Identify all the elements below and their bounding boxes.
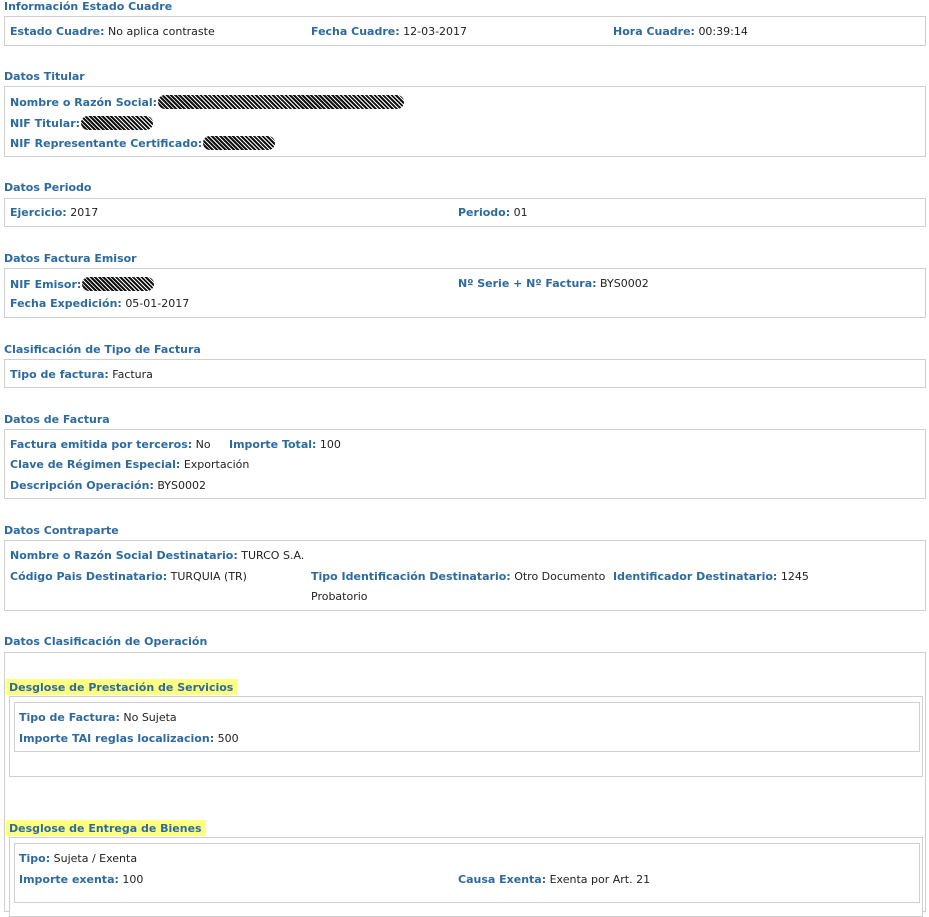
servicios-highlighted-title: Desglose de Prestación de Servicios — [6, 679, 238, 695]
nombre-destinatario-field: Nombre o Razón Social Destinatario: TURC… — [10, 549, 304, 562]
hora-cuadre-label: Hora Cuadre: — [613, 25, 695, 38]
hora-cuadre-value: 00:39:14 — [698, 25, 748, 38]
pais-destinatario-field: Código Pais Destinatario: TURQUIA (TR) — [10, 570, 247, 583]
emisor-box: NIF Emisor: Nº Serie + Nº Factura: BYS00… — [4, 268, 926, 318]
tipo-identificacion-field: Tipo Identificación Destinatario: Otro D… — [311, 570, 605, 583]
periodo-label: Periodo: — [458, 206, 511, 219]
tipo-factura-field: Tipo de factura: Factura — [10, 368, 153, 381]
contraparte-section-title: Datos Contraparte — [4, 524, 119, 537]
nombre-destinatario-value: TURCO S.A. — [241, 549, 305, 562]
operacion-box: Desglose de Prestación de Servicios Tipo… — [4, 652, 926, 917]
identificador-destinatario-field: Identificador Destinatario: 1245 — [613, 570, 809, 583]
clasificacion-section-title: Clasificación de Tipo de Factura — [4, 343, 201, 356]
bienes-importe-value: 100 — [122, 873, 144, 886]
terceros-label: Factura emitida por terceros: — [10, 438, 193, 451]
identificador-destinatario-value: 1245 — [780, 570, 809, 583]
servicios-importe-value: 500 — [217, 732, 239, 745]
terceros-value: No — [195, 438, 211, 451]
clasificacion-box: Tipo de factura: Factura — [4, 359, 926, 388]
nif-representante-label: NIF Representante Certificado: — [10, 137, 203, 150]
nombre-titular-field: Nombre o Razón Social: — [10, 95, 405, 109]
redacted-mark — [158, 95, 405, 109]
estado-box: Estado Cuadre: No aplica contraste Fecha… — [4, 16, 926, 46]
servicios-tipo-value: No Sujeta — [123, 711, 177, 724]
tipo-identificacion-label: Tipo Identificación Destinatario: — [311, 570, 511, 583]
periodo-field: Periodo: 01 — [458, 206, 528, 219]
servicios-tipo-label: Tipo de Factura: — [19, 711, 120, 724]
estado-cuadre-label: Estado Cuadre: — [10, 25, 105, 38]
bienes-inner-box: Tipo: Sujeta / Exenta Importe exenta: 10… — [14, 843, 920, 903]
pais-destinatario-value: TURQUIA (TR) — [170, 570, 247, 583]
estado-cuadre-field: Estado Cuadre: No aplica contraste — [10, 25, 215, 38]
titular-section-title: Datos Titular — [4, 70, 85, 83]
serie-factura-field: Nº Serie + Nº Factura: BYS0002 — [458, 277, 649, 290]
factura-section-title: Datos de Factura — [4, 413, 110, 426]
nombre-titular-label: Nombre o Razón Social: — [10, 96, 158, 109]
clave-regimen-value: Exportación — [183, 458, 250, 471]
serie-factura-value: BYS0002 — [600, 277, 649, 290]
servicios-tipo-field: Tipo de Factura: No Sujeta — [19, 711, 177, 724]
hora-cuadre-field: Hora Cuadre: 00:39:14 — [613, 25, 748, 38]
redacted-mark — [81, 116, 154, 130]
bienes-causa-label: Causa Exenta: — [458, 873, 547, 886]
periodo-box: Ejercicio: 2017 Periodo: 01 — [4, 198, 926, 227]
titular-box: Nombre o Razón Social: NIF Titular: NIF … — [4, 86, 926, 157]
fecha-cuadre-value: 12-03-2017 — [403, 25, 468, 38]
estado-section-title: Información Estado Cuadre — [4, 0, 173, 13]
nif-titular-label: NIF Titular: — [10, 117, 81, 130]
nif-emisor-field: NIF Emisor: — [10, 277, 155, 291]
importe-total-field: Importe Total: 100 — [229, 438, 341, 451]
fecha-expedicion-value: 05-01-2017 — [125, 297, 190, 310]
pais-destinatario-label: Código Pais Destinatario: — [10, 570, 168, 583]
estado-cuadre-value: No aplica contraste — [108, 25, 215, 38]
bienes-causa-field: Causa Exenta: Exenta por Art. 21 — [458, 873, 650, 886]
servicios-outer-box: Tipo de Factura: No Sujeta Importe TAI r… — [9, 696, 923, 777]
fecha-expedicion-field: Fecha Expedición: 05-01-2017 — [10, 297, 189, 310]
redacted-mark — [203, 136, 276, 150]
terceros-field: Factura emitida por terceros: No — [10, 438, 211, 451]
bienes-importe-label: Importe exenta: — [19, 873, 119, 886]
tipo-identificacion-value: Otro Documento — [514, 570, 606, 583]
clave-regimen-field: Clave de Régimen Especial: Exportación — [10, 458, 249, 471]
bienes-tipo-field: Tipo: Sujeta / Exenta — [19, 852, 137, 865]
operacion-section-title: Datos Clasificación de Operación — [4, 635, 208, 648]
nif-emisor-label: NIF Emisor: — [10, 278, 82, 291]
tipo-identificacion-value-cont: Probatorio — [311, 590, 368, 603]
periodo-value: 01 — [513, 206, 528, 219]
importe-total-label: Importe Total: — [229, 438, 317, 451]
fecha-expedicion-label: Fecha Expedición: — [10, 297, 122, 310]
bienes-tipo-value: Sujeta / Exenta — [53, 852, 138, 865]
servicios-importe-field: Importe TAI reglas localizacion: 500 — [19, 732, 239, 745]
identificador-destinatario-label: Identificador Destinatario: — [613, 570, 778, 583]
clave-regimen-label: Clave de Régimen Especial: — [10, 458, 181, 471]
tipo-factura-value: Factura — [112, 368, 153, 381]
contraparte-box: Nombre o Razón Social Destinatario: TURC… — [4, 540, 926, 611]
servicios-importe-label: Importe TAI reglas localizacion: — [19, 732, 215, 745]
tipo-factura-label: Tipo de factura: — [10, 368, 109, 381]
importe-total-value: 100 — [319, 438, 341, 451]
bienes-importe-field: Importe exenta: 100 — [19, 873, 143, 886]
servicios-inner-box: Tipo de Factura: No Sujeta Importe TAI r… — [14, 702, 920, 752]
factura-box: Factura emitida por terceros: No Importe… — [4, 429, 926, 499]
redacted-mark — [82, 277, 155, 291]
descripcion-operacion-label: Descripción Operación: — [10, 479, 154, 492]
bienes-tipo-label: Tipo: — [19, 852, 51, 865]
periodo-section-title: Datos Periodo — [4, 181, 92, 194]
ejercicio-field: Ejercicio: 2017 — [10, 206, 98, 219]
nif-titular-field: NIF Titular: — [10, 116, 154, 130]
nombre-destinatario-label: Nombre o Razón Social Destinatario: — [10, 549, 238, 562]
serie-factura-label: Nº Serie + Nº Factura: — [458, 277, 597, 290]
bienes-causa-value: Exenta por Art. 21 — [549, 873, 651, 886]
fecha-cuadre-field: Fecha Cuadre: 12-03-2017 — [311, 25, 467, 38]
nif-representante-field: NIF Representante Certificado: — [10, 136, 276, 150]
emisor-section-title: Datos Factura Emisor — [4, 252, 137, 265]
ejercicio-label: Ejercicio: — [10, 206, 67, 219]
descripcion-operacion-value: BYS0002 — [157, 479, 206, 492]
bienes-highlighted-title: Desglose de Entrega de Bienes — [6, 820, 206, 836]
bienes-outer-box: Tipo: Sujeta / Exenta Importe exenta: 10… — [9, 837, 923, 917]
fecha-cuadre-label: Fecha Cuadre: — [311, 25, 400, 38]
descripcion-operacion-field: Descripción Operación: BYS0002 — [10, 479, 206, 492]
ejercicio-value: 2017 — [70, 206, 99, 219]
